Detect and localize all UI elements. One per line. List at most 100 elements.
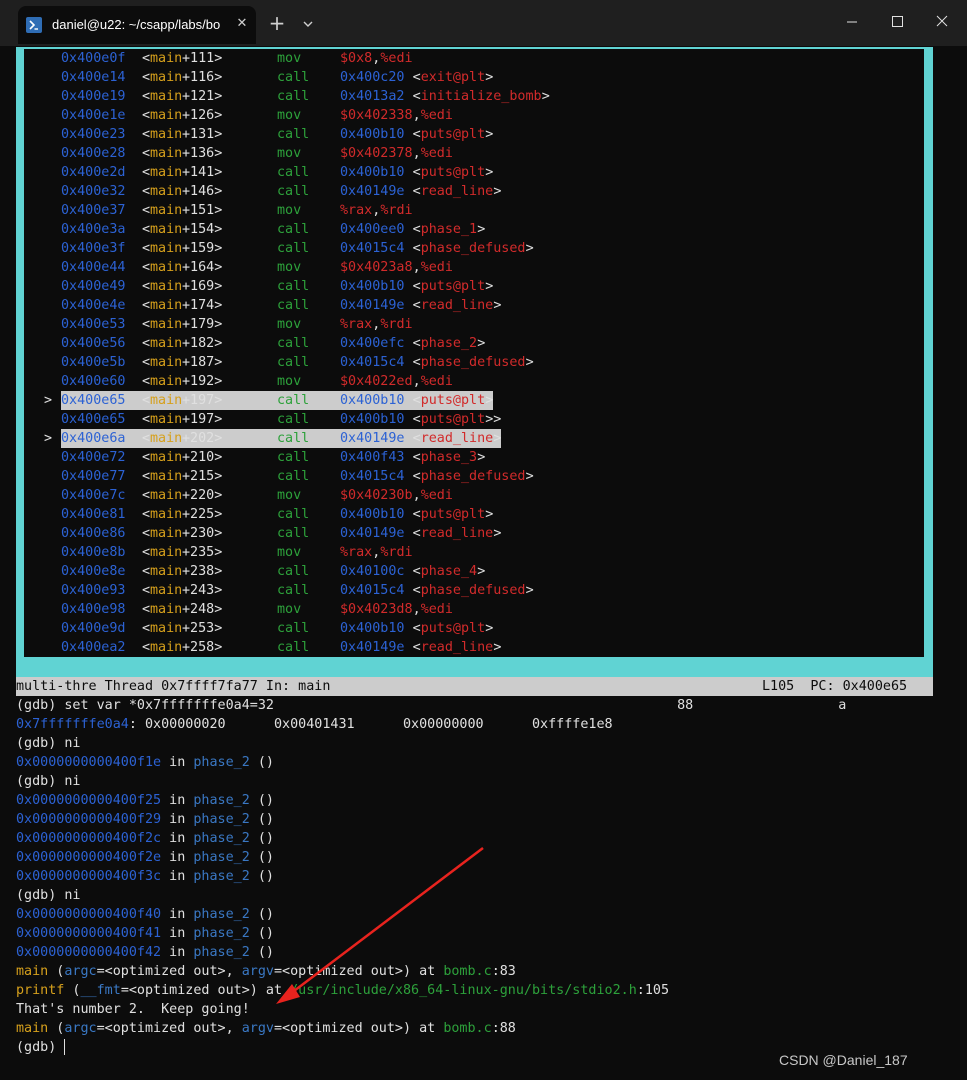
asm-operand: , bbox=[412, 108, 421, 123]
asm-operand: > bbox=[493, 184, 502, 199]
chevron-down-icon[interactable] bbox=[298, 14, 318, 34]
asm-bracket: < bbox=[142, 51, 151, 66]
asm-bracket: < bbox=[142, 317, 151, 332]
console-text: 0x0000000000400f2e bbox=[16, 850, 162, 865]
console-text: 0x0000000000400f3c bbox=[16, 869, 162, 884]
asm-operand: < bbox=[404, 222, 421, 237]
gdb-console[interactable]: (gdb) set var *0x7fffffffe0a4=32 88 a 0x7… bbox=[16, 696, 933, 1066]
asm-offset: +182> bbox=[182, 336, 223, 351]
asm-function: main bbox=[150, 279, 183, 294]
console-line: (gdb) ni bbox=[16, 886, 81, 905]
asm-address: 0x400e6a bbox=[61, 431, 126, 446]
asm-bracket: < bbox=[142, 469, 151, 484]
asm-offset: +159> bbox=[182, 241, 223, 256]
new-tab-button[interactable]: + bbox=[266, 13, 288, 35]
asm-operand: < bbox=[404, 127, 421, 142]
asm-opcode: call bbox=[277, 640, 310, 655]
asm-operand: %edi bbox=[420, 374, 453, 389]
asm-offset: +197> bbox=[182, 393, 223, 408]
asm-operand: , bbox=[412, 146, 421, 161]
asm-opcode: call bbox=[277, 450, 310, 465]
asm-bracket: < bbox=[142, 488, 151, 503]
asm-operand: %rax bbox=[340, 545, 373, 560]
asm-operand: phase_defused bbox=[420, 583, 526, 598]
console-text: =<optimized out>, bbox=[96, 964, 242, 979]
asm-offset: +146> bbox=[182, 184, 223, 199]
asm-operand: < bbox=[404, 70, 421, 85]
minimize-button[interactable] bbox=[832, 8, 872, 36]
asm-operand: > bbox=[477, 336, 486, 351]
asm-address: 0x400e53 bbox=[61, 317, 126, 332]
tab-close-icon[interactable]: ✕ bbox=[232, 14, 252, 34]
asm-opcode: mov bbox=[277, 374, 302, 389]
asm-bracket: < bbox=[142, 640, 151, 655]
close-window-button[interactable] bbox=[922, 8, 962, 36]
asm-operand: > bbox=[493, 526, 502, 541]
asm-operand: 0x400b10 bbox=[340, 279, 405, 294]
asm-operand: 0x400b10 bbox=[340, 621, 405, 636]
asm-bracket: < bbox=[142, 241, 151, 256]
asm-opcode: call bbox=[277, 70, 310, 85]
asm-operand: $0x4022ed bbox=[340, 374, 413, 389]
asm-operand: < bbox=[404, 621, 421, 636]
asm-operand: < bbox=[404, 355, 421, 370]
console-text: (gdb) ni bbox=[16, 888, 81, 903]
asm-offset: +210> bbox=[182, 450, 223, 465]
asm-bracket: < bbox=[142, 279, 151, 294]
asm-operand: < bbox=[404, 279, 421, 294]
console-line: 0x0000000000400f2c in phase_2 () bbox=[16, 829, 274, 848]
asm-opcode: call bbox=[277, 621, 310, 636]
asm-bracket: < bbox=[142, 507, 151, 522]
asm-address: 0x400e1e bbox=[61, 108, 126, 123]
asm-function: main bbox=[150, 412, 183, 427]
terminal-tab[interactable]: daniel@u22: ~/csapp/labs/bo ✕ bbox=[18, 6, 256, 44]
asm-function: main bbox=[150, 393, 183, 408]
console-text: in bbox=[161, 869, 194, 884]
console-line: (gdb) set var *0x7fffffffe0a4=32 88 a bbox=[16, 696, 846, 715]
tui-status-bar: multi-thre Thread 0x7ffff7fa77 In: main … bbox=[16, 677, 933, 696]
asm-bracket: < bbox=[142, 355, 151, 370]
maximize-button[interactable] bbox=[878, 8, 918, 36]
console-line: 0x0000000000400f2e in phase_2 () bbox=[16, 848, 274, 867]
console-text: phase_2 bbox=[193, 945, 250, 960]
asm-bracket: < bbox=[142, 412, 151, 427]
asm-operand: 0x40149e bbox=[340, 298, 405, 313]
asm-bracket: < bbox=[142, 184, 151, 199]
asm-opcode: call bbox=[277, 526, 310, 541]
asm-address: 0x400e8b bbox=[61, 545, 126, 560]
asm-operand: 0x400b10 bbox=[340, 127, 405, 142]
asm-operand: , bbox=[372, 51, 381, 66]
asm-bracket: < bbox=[142, 583, 151, 598]
asm-operand: phase_defused bbox=[420, 469, 526, 484]
console-line: printf (__fmt=<optimized out>) at /usr/i… bbox=[16, 981, 669, 1000]
current-pc-marker: > bbox=[44, 393, 53, 408]
asm-address: 0x400ea2 bbox=[61, 640, 126, 655]
console-text: ( bbox=[48, 1021, 65, 1036]
asm-function: main bbox=[150, 602, 183, 617]
asm-function: main bbox=[150, 203, 183, 218]
console-text: 0x0000000000400f2c bbox=[16, 831, 162, 846]
console-text: in bbox=[161, 945, 194, 960]
asm-opcode: mov bbox=[277, 260, 302, 275]
asm-function: main bbox=[150, 583, 183, 598]
asm-opcode: call bbox=[277, 336, 310, 351]
console-text: () bbox=[249, 850, 274, 865]
asm-operand: $0x4023a8 bbox=[340, 260, 413, 275]
asm-opcode: call bbox=[277, 184, 310, 199]
console-text: :83 bbox=[491, 964, 516, 979]
asm-operand: 0x4015c4 bbox=[340, 241, 405, 256]
console-text: () bbox=[249, 831, 274, 846]
asm-operand: , bbox=[412, 602, 421, 617]
console-text: () bbox=[249, 755, 274, 770]
asm-operand: < bbox=[404, 583, 421, 598]
asm-bracket: < bbox=[142, 70, 151, 85]
asm-operand: $0x402378 bbox=[340, 146, 413, 161]
asm-opcode: mov bbox=[277, 317, 302, 332]
text-cursor bbox=[64, 1039, 66, 1055]
asm-function: main bbox=[150, 374, 183, 389]
asm-function: main bbox=[150, 108, 183, 123]
asm-opcode: call bbox=[277, 279, 310, 294]
asm-operand: phase_4 bbox=[420, 564, 478, 579]
console-line: 0x0000000000400f42 in phase_2 () bbox=[16, 943, 274, 962]
console-text: argc bbox=[64, 964, 97, 979]
